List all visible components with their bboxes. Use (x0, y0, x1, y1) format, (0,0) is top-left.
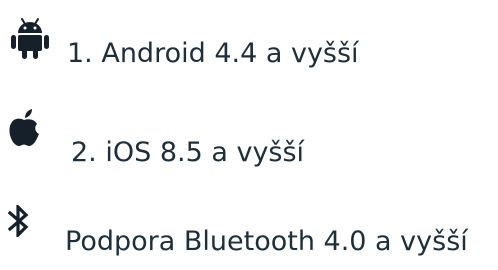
requirement-ios: 2. iOS 8.5 a vyšší (0, 93, 498, 173)
requirement-android: 1. Android 4.4 a vyšší (0, 0, 498, 80)
bluetooth-icon (8, 205, 32, 237)
requirements-list: 1. Android 4.4 a vyšší 2. iOS 8.5 a vyšš… (0, 0, 498, 264)
requirement-label-bluetooth: Podpora Bluetooth 4.0 a vyšší (65, 226, 468, 257)
apple-icon (8, 109, 40, 147)
requirement-label-ios: 2. iOS 8.5 a vyšší (71, 137, 305, 168)
requirement-bluetooth: Podpora Bluetooth 4.0 a vyšší (0, 190, 498, 270)
requirement-label-android: 1. Android 4.4 a vyšší (67, 38, 359, 69)
android-icon (10, 17, 50, 59)
